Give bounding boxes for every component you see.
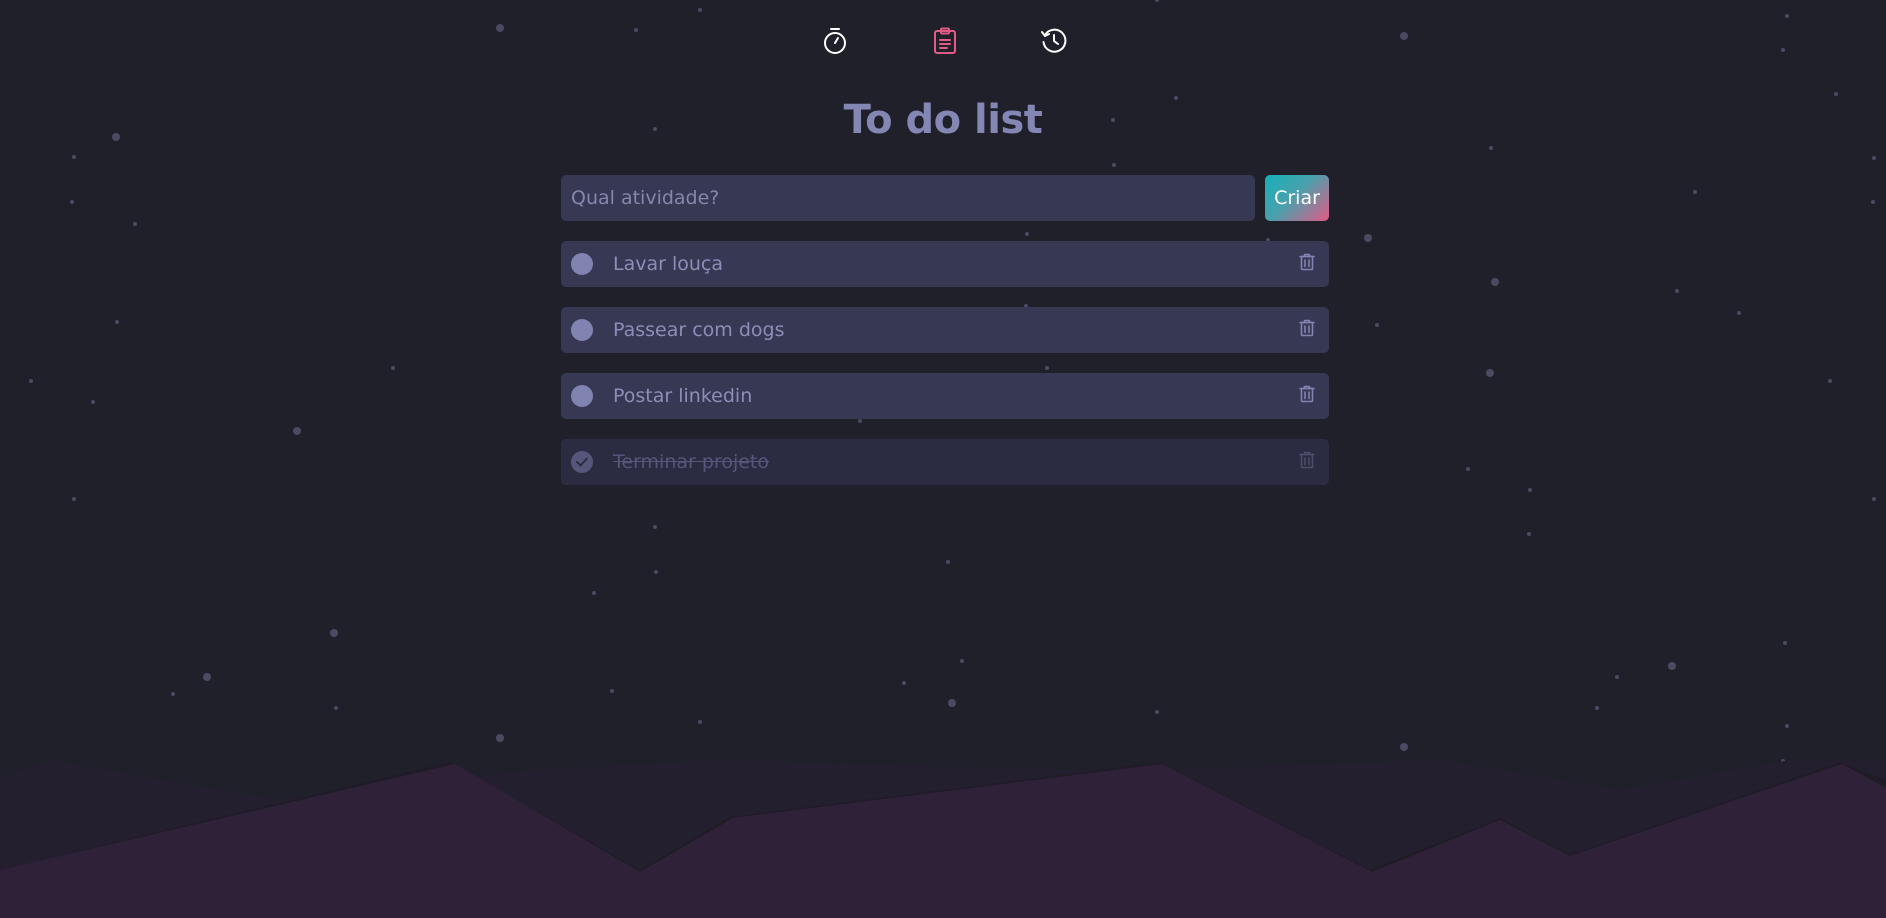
top-navigation	[0, 24, 1886, 58]
task-checkbox[interactable]	[571, 253, 593, 275]
create-task-form: Criar	[561, 175, 1329, 221]
clipboard-list-icon	[933, 27, 957, 55]
task-label: Postar linkedin	[613, 385, 753, 407]
delete-task-button[interactable]	[1297, 451, 1317, 473]
nav-timer-button[interactable]	[818, 24, 852, 58]
task-checkbox-checked[interactable]	[571, 451, 593, 473]
trash-icon	[1299, 451, 1315, 473]
task-item: Lavar louça	[561, 241, 1329, 287]
task-checkbox[interactable]	[571, 319, 593, 341]
task-item: Postar linkedin	[561, 373, 1329, 419]
history-icon	[1040, 27, 1068, 55]
task-label: Passear com dogs	[613, 319, 785, 341]
task-input[interactable]	[561, 175, 1255, 221]
task-item: Passear com dogs	[561, 307, 1329, 353]
task-list: Lavar louça Passear com dogs Postar link…	[561, 241, 1329, 505]
task-label: Lavar louça	[613, 253, 724, 275]
page-title: To do list	[843, 97, 1043, 143]
trash-icon	[1299, 319, 1315, 341]
task-label: Terminar projeto	[613, 451, 769, 473]
task-checkbox[interactable]	[571, 385, 593, 407]
stopwatch-icon	[822, 27, 848, 55]
trash-icon	[1299, 385, 1315, 407]
trash-icon	[1299, 253, 1315, 275]
nav-todo-button[interactable]	[928, 24, 962, 58]
app-root: To do list Criar Lavar louça	[0, 0, 1886, 918]
delete-task-button[interactable]	[1297, 253, 1317, 275]
task-item-completed: Terminar projeto	[561, 439, 1329, 485]
create-button[interactable]: Criar	[1265, 175, 1329, 221]
delete-task-button[interactable]	[1297, 385, 1317, 407]
check-icon	[575, 453, 589, 472]
delete-task-button[interactable]	[1297, 319, 1317, 341]
nav-history-button[interactable]	[1037, 24, 1071, 58]
